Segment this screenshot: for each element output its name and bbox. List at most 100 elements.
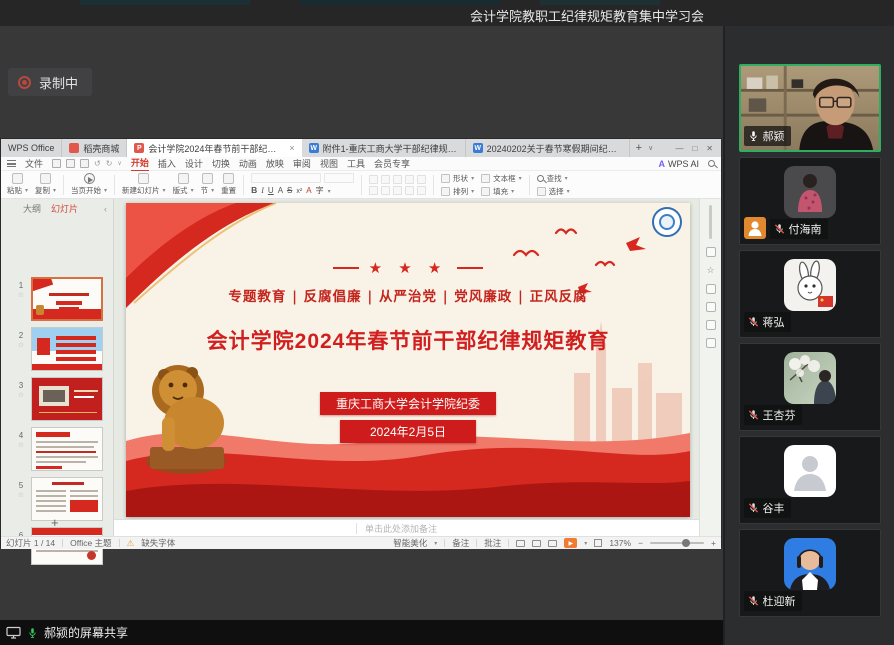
new-slide-button[interactable]: 新建幻灯片▾ — [122, 173, 166, 196]
menu-icon[interactable] — [7, 160, 16, 167]
menu-transition[interactable]: 切换 — [212, 157, 230, 170]
notes-button[interactable]: 备注 — [452, 537, 469, 549]
tab-slides[interactable]: 幻灯片 — [51, 202, 78, 215]
font-color-button[interactable]: A — [306, 186, 311, 195]
slide-thumbnail-2[interactable] — [31, 327, 103, 371]
notes-pane[interactable]: 单击此处添加备注 — [114, 519, 699, 536]
tab-docer[interactable]: 稻壳商城 — [62, 139, 127, 157]
tab-doc-2[interactable]: W 20240202关于春节寒假期间纪律... — [466, 139, 630, 157]
sorter-view-icon[interactable] — [532, 540, 541, 547]
menu-member[interactable]: 会员专享 — [374, 157, 410, 170]
recording-indicator[interactable]: 录制中 — [8, 68, 92, 96]
menu-home[interactable]: 开始 — [131, 156, 149, 172]
canvas-scrollbar[interactable] — [709, 205, 712, 239]
tab-presentation-active[interactable]: P 会计学院2024年春节前干部纪律规... × — [127, 139, 301, 157]
search-icon[interactable] — [708, 160, 715, 167]
menu-insert[interactable]: 插入 — [158, 157, 176, 170]
side-tool-icon[interactable] — [706, 302, 716, 312]
redo-icon[interactable]: ↻ — [106, 159, 113, 168]
theme-name[interactable]: Office 主题 — [70, 537, 111, 549]
reset-button[interactable]: 重置 — [221, 173, 236, 196]
new-tab-button[interactable]: + — [636, 142, 642, 154]
current-slide[interactable]: ★ ★ ★ 专题教育 | 反腐倡廉 | 从严治党 | 党风廉政 | 正风反腐 会… — [126, 203, 690, 517]
side-tool-icon[interactable] — [706, 320, 716, 330]
indent-less-icon[interactable] — [393, 175, 402, 184]
menu-file[interactable]: 文件 — [25, 157, 43, 170]
columns-icon[interactable] — [417, 186, 426, 195]
tab-wps-home[interactable]: W WPS Office — [1, 139, 62, 157]
menu-tools[interactable]: 工具 — [347, 157, 365, 170]
zoom-out-button[interactable]: − — [638, 538, 643, 548]
tab-list-chevron[interactable]: ∨ — [648, 144, 653, 152]
font-name-select[interactable] — [251, 173, 321, 183]
zoom-slider-knob[interactable] — [682, 539, 690, 547]
missing-font-warning[interactable]: 缺失字体 — [141, 537, 175, 549]
slide-canvas[interactable]: ★ ★ ★ 专题教育 | 反腐倡廉 | 从严治党 | 党风廉政 | 正风反腐 会… — [114, 199, 699, 536]
normal-view-icon[interactable] — [516, 540, 525, 547]
layout-button[interactable]: 版式▾ — [173, 173, 194, 196]
zoom-level[interactable]: 137% — [609, 538, 631, 548]
zoom-slider[interactable] — [650, 542, 704, 544]
participant-tile-jianghong[interactable]: 蒋弘 — [739, 250, 881, 338]
slide-thumbnail-3[interactable] — [31, 377, 103, 421]
menu-animation[interactable]: 动画 — [239, 157, 257, 170]
wps-ai-button[interactable]: A WPS AI — [658, 159, 699, 169]
highlight-button[interactable]: 字 — [316, 185, 324, 196]
indent-more-icon[interactable] — [405, 175, 414, 184]
undo-icon[interactable]: ↺ — [94, 159, 101, 168]
align-center-icon[interactable] — [381, 186, 390, 195]
beautify-button[interactable]: 智能美化 — [393, 537, 427, 549]
print-icon[interactable] — [66, 159, 75, 168]
close-tab-icon[interactable]: × — [289, 143, 294, 153]
participant-tile-fuhainan[interactable]: 付海南 — [739, 157, 881, 245]
superscript-button[interactable]: x² — [296, 188, 302, 195]
participant-tile-gufeng[interactable]: 谷丰 — [739, 436, 881, 524]
side-tool-icon[interactable] — [706, 284, 716, 294]
find-button[interactable]: 查找▾ — [537, 173, 570, 184]
participant-tile-wangxingfen[interactable]: 王杏芬 — [739, 343, 881, 431]
tab-outline[interactable]: 大纲 — [23, 202, 41, 215]
font-size-select[interactable] — [324, 173, 354, 183]
play-from-current-button[interactable]: 当页开始▾ — [71, 173, 107, 196]
tab-doc-1[interactable]: W 附件1-重庆工商大学干部纪律规矩... — [302, 139, 466, 157]
preview-icon[interactable] — [80, 159, 89, 168]
comments-button[interactable]: 批注 — [484, 537, 501, 549]
shadow-button[interactable]: A — [278, 186, 283, 195]
sharer-mic-icon[interactable] — [27, 627, 38, 639]
fullscreen-icon[interactable] — [594, 539, 602, 547]
slideshow-play-button[interactable]: ▶ — [564, 538, 577, 548]
shape-button[interactable]: 形状▾ — [441, 173, 474, 184]
zoom-in-button[interactable]: + — [711, 538, 716, 548]
menu-review[interactable]: 审阅 — [293, 157, 311, 170]
menu-view[interactable]: 视图 — [320, 157, 338, 170]
side-tool-icon[interactable] — [706, 338, 716, 348]
copy-button[interactable]: 复制▾ — [35, 173, 56, 196]
select-button[interactable]: 选择▾ — [537, 186, 570, 197]
favorites-icon[interactable]: ☆ — [706, 265, 714, 276]
participant-tile-haoying[interactable]: 郝颍 — [739, 64, 881, 152]
underline-button[interactable]: U — [268, 186, 274, 195]
slide-thumbnail-5[interactable] — [31, 477, 103, 521]
minimize-button[interactable]: — — [675, 144, 683, 153]
italic-button[interactable]: I — [261, 186, 264, 195]
numbering-icon[interactable] — [381, 175, 390, 184]
menu-slideshow[interactable]: 放映 — [266, 157, 284, 170]
participant-tile-duyingxin[interactable]: 杜迎新 — [739, 529, 881, 617]
arrange-button[interactable]: 排列▾ — [441, 186, 474, 197]
add-slide-button[interactable]: + — [51, 515, 59, 530]
slide-thumbnail-1[interactable] — [31, 277, 103, 321]
save-icon[interactable] — [52, 159, 61, 168]
align-left-icon[interactable] — [369, 186, 378, 195]
reading-view-icon[interactable] — [548, 540, 557, 547]
fill-button[interactable]: 填充▾ — [481, 186, 522, 197]
paste-button[interactable]: 粘贴▾ — [7, 173, 28, 196]
bullets-icon[interactable] — [369, 175, 378, 184]
collapse-panel-icon[interactable]: ‹ — [104, 204, 107, 214]
side-tool-icon[interactable] — [706, 247, 716, 257]
quick-access-chevron[interactable]: ∨ — [117, 160, 121, 167]
textbox-button[interactable]: 文本框▾ — [481, 173, 522, 184]
line-spacing-icon[interactable] — [417, 175, 426, 184]
section-button[interactable]: 节▾ — [201, 173, 215, 196]
justify-icon[interactable] — [405, 186, 414, 195]
close-window-button[interactable]: ✕ — [706, 144, 713, 153]
